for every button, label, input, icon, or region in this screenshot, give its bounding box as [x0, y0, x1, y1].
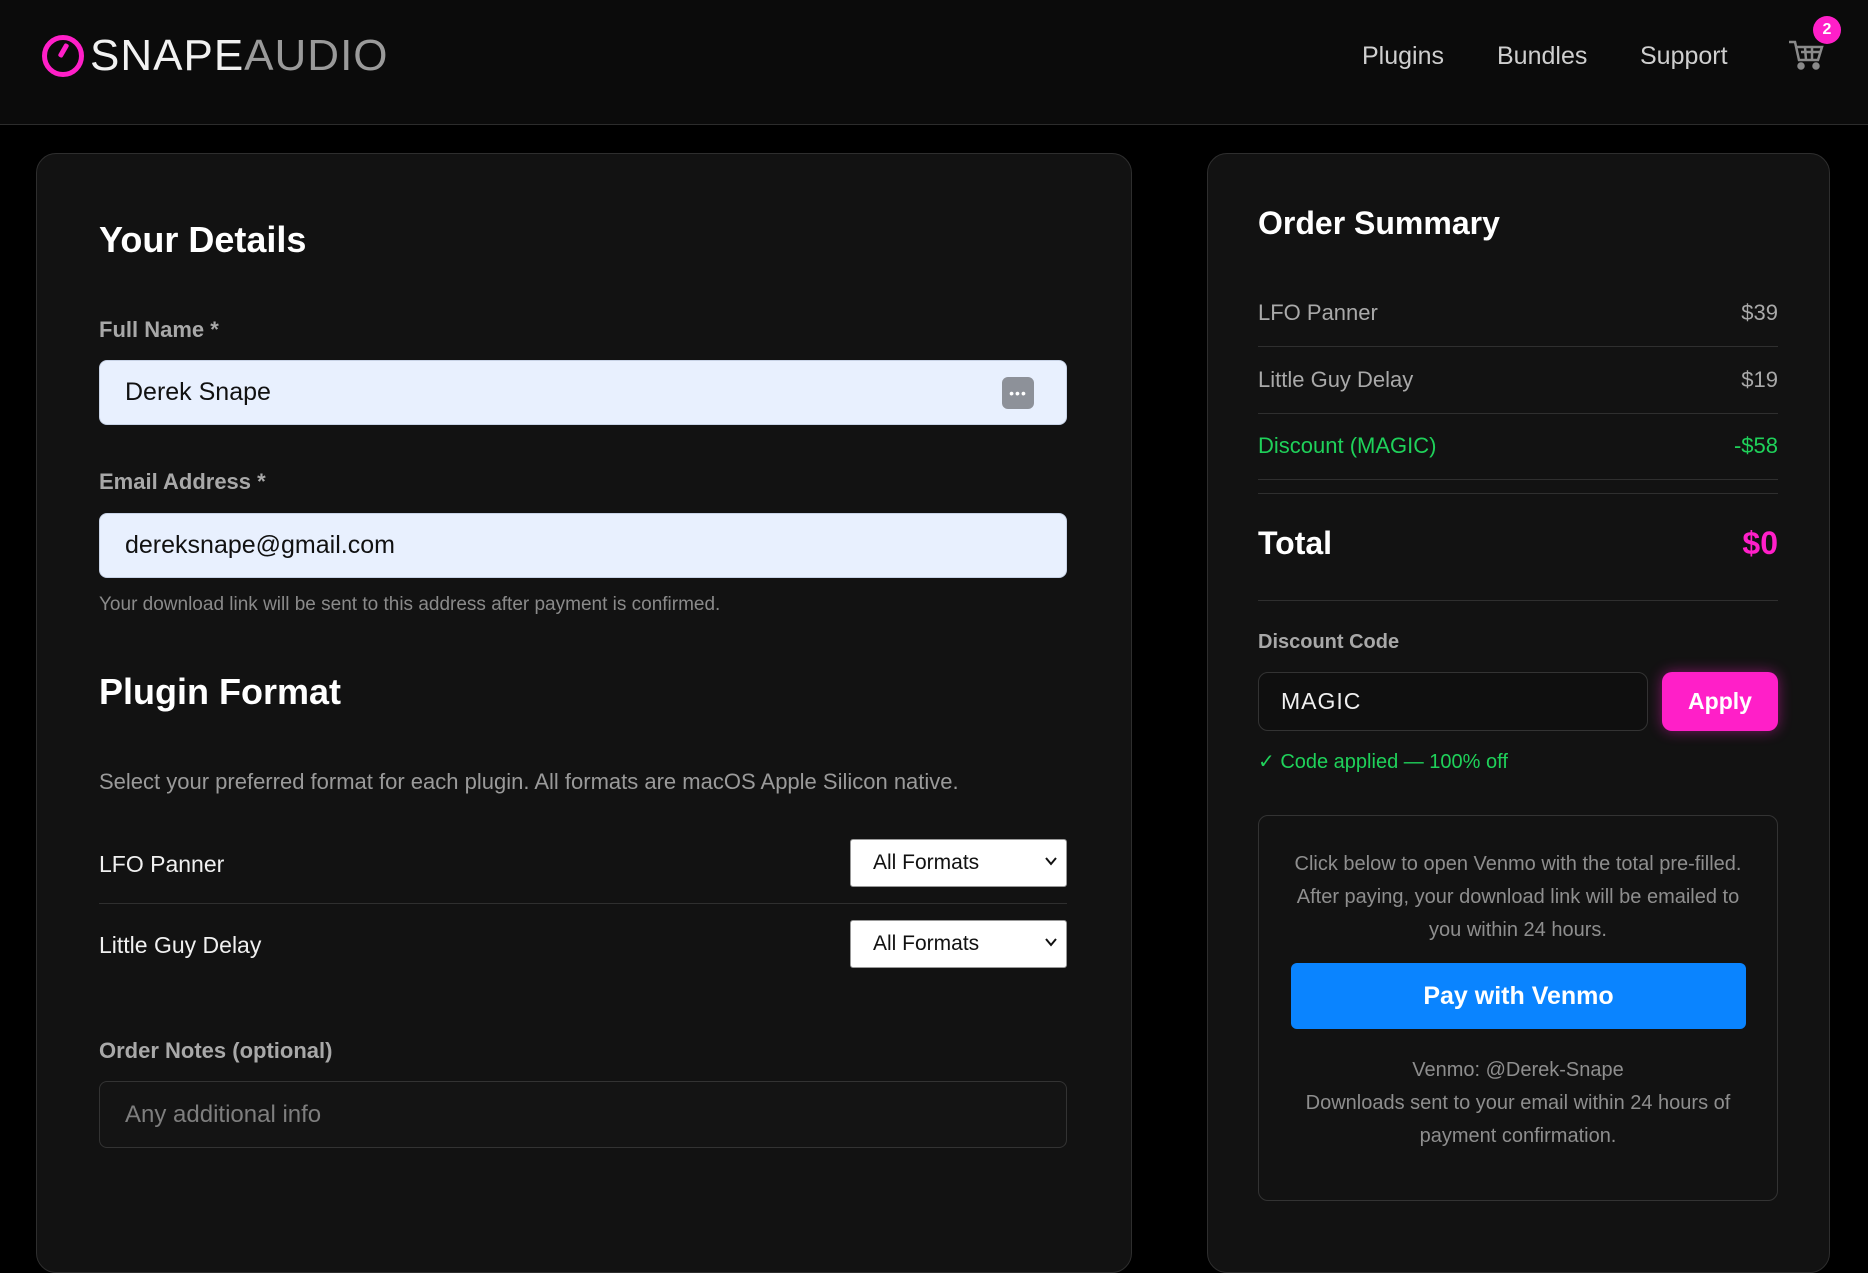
summary-divider	[1258, 600, 1778, 601]
plugin-format-heading: Plugin Format	[99, 671, 341, 712]
format-row-divider	[99, 903, 1067, 904]
summary-divider	[1258, 479, 1778, 480]
site-header: SNAPE AUDIO Plugins Bundles Support 2	[0, 0, 1868, 125]
venmo-handle: Venmo: @Derek-Snape	[1412, 1059, 1624, 1081]
nav-plugins[interactable]: Plugins	[1362, 42, 1444, 71]
full-name-value: Derek Snape	[125, 378, 271, 406]
full-name-label: Full Name *	[99, 317, 219, 342]
format-row-plugin-name: LFO Panner	[99, 851, 225, 877]
brand-name-primary: SNAPE	[90, 31, 245, 80]
format-select-lfo-panner[interactable]: All Formats	[850, 839, 1067, 887]
discount-code-value: MAGIC	[1281, 688, 1362, 714]
venmo-instructions: Click below to open Venmo with the total…	[1294, 853, 1742, 941]
email-label: Email Address *	[99, 469, 266, 494]
order-notes-input[interactable]: Any additional info	[99, 1081, 1067, 1148]
brand-name-secondary: AUDIO	[244, 31, 389, 80]
summary-item-price: $39	[1741, 300, 1778, 325]
plugin-format-description: Select your preferred format for each pl…	[99, 769, 959, 794]
power-icon	[42, 35, 84, 77]
summary-divider	[1258, 413, 1778, 414]
autofill-icon[interactable]: •••	[1002, 377, 1034, 409]
order-summary-heading: Order Summary	[1258, 205, 1500, 241]
nav-support[interactable]: Support	[1640, 42, 1728, 71]
discount-line-name: Discount (MAGIC)	[1258, 433, 1437, 458]
order-notes-placeholder: Any additional info	[125, 1100, 322, 1128]
apply-discount-button[interactable]: Apply	[1662, 672, 1778, 731]
chevron-down-icon	[1045, 857, 1057, 866]
format-row-plugin-name: Little Guy Delay	[99, 932, 262, 958]
order-notes-label: Order Notes (optional)	[99, 1038, 333, 1063]
discount-status-message: ✓ Code applied — 100% off	[1258, 751, 1508, 773]
format-select-value: All Formats	[873, 851, 980, 874]
format-select-value: All Formats	[873, 932, 980, 955]
brand-logo[interactable]: SNAPE AUDIO	[42, 31, 389, 80]
summary-divider	[1258, 493, 1778, 494]
total-label: Total	[1258, 525, 1333, 561]
cart-count-badge: 2	[1813, 16, 1841, 44]
summary-item-name: LFO Panner	[1258, 300, 1378, 325]
total-amount: $0	[1742, 525, 1778, 561]
chevron-down-icon	[1045, 938, 1057, 947]
email-hint: Your download link will be sent to this …	[99, 594, 721, 615]
venmo-footnote: Downloads sent to your email within 24 h…	[1305, 1092, 1731, 1147]
discount-code-label: Discount Code	[1258, 631, 1400, 653]
full-name-input[interactable]: Derek Snape •••	[99, 360, 1067, 425]
discount-code-input[interactable]: MAGIC	[1258, 672, 1648, 731]
pay-with-venmo-button[interactable]: Pay with Venmo	[1291, 963, 1746, 1029]
your-details-heading: Your Details	[99, 219, 307, 260]
email-value: dereksnape@gmail.com	[125, 531, 395, 559]
summary-divider	[1258, 346, 1778, 347]
nav-bundles[interactable]: Bundles	[1497, 42, 1587, 71]
discount-line-amount: -$58	[1733, 433, 1778, 458]
format-select-little-guy-delay[interactable]: All Formats	[850, 920, 1067, 968]
email-input[interactable]: dereksnape@gmail.com	[99, 513, 1067, 578]
summary-item-name: Little Guy Delay	[1258, 367, 1414, 392]
summary-item-price: $19	[1741, 367, 1778, 392]
